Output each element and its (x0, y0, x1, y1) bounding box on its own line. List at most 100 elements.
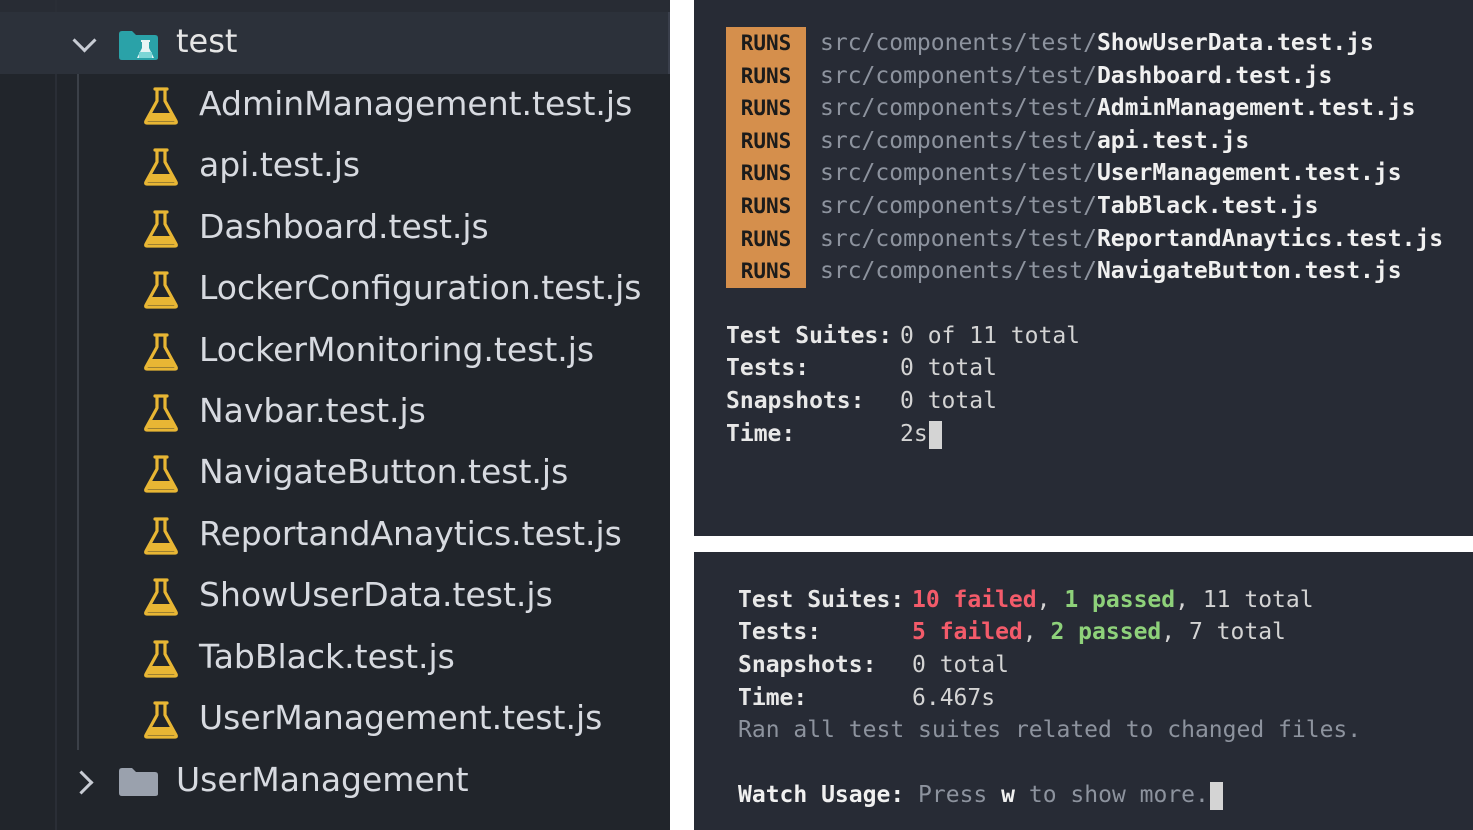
run-file-name: ShowUserData.test.js (1096, 30, 1374, 56)
explorer-top-strip (0, 0, 670, 12)
run-line: RUNS src/components/test/TabBlack.test.js (726, 190, 1319, 223)
result-tests-line: Tests: 5 failed, 2 passed, 7 total (738, 616, 1286, 648)
file-item[interactable]: LockerMonitoring.test.js (0, 322, 670, 383)
run-path: src/components/test/api.test.js (820, 125, 1249, 158)
run-path: src/components/test/ShowUserData.test.js (820, 27, 1374, 60)
test-folder-icon (117, 28, 161, 66)
run-path: src/components/test/Dashboard.test.js (820, 60, 1332, 93)
flask-icon (142, 393, 180, 437)
run-file-name: api.test.js (1096, 127, 1250, 154)
watch-usage-line: Watch Usage: Press w to show more. (738, 779, 1223, 811)
file-item[interactable]: UserManagement.test.js (0, 690, 670, 751)
summary-time-label: Time: (726, 421, 796, 447)
runs-badge: RUNS (726, 255, 806, 289)
folder-label-test: test (176, 22, 238, 60)
flask-icon (142, 577, 180, 621)
summary-suites-label: Test Suites: (726, 323, 893, 349)
summary-time-line: Time: 2s (726, 418, 942, 450)
run-path-prefix: src/components/test/ (820, 258, 1097, 285)
file-name: AdminManagement.test.js (199, 84, 633, 123)
summary-time-value: 2s (900, 421, 928, 447)
runs-badge: RUNS (726, 222, 806, 256)
run-file-name: NavigateButton.test.js (1096, 258, 1402, 285)
runs-badge: RUNS (726, 190, 806, 223)
terminal-running: RUNS src/components/test/ShowUserData.tes… (694, 0, 1473, 536)
run-path-prefix: src/components/test/ (820, 95, 1097, 122)
file-item[interactable]: ShowUserData.test.js (0, 567, 670, 628)
run-file-name: ReportandAnaytics.test.js (1096, 225, 1444, 252)
run-path-prefix: src/components/test/ (820, 193, 1097, 219)
file-name: UserManagement.test.js (199, 697, 603, 737)
run-path-prefix: src/components/test/ (820, 225, 1097, 252)
file-name: ShowUserData.test.js (199, 575, 553, 615)
run-path-prefix: src/components/test/ (820, 62, 1097, 89)
result-suites-total: 11 total (1202, 587, 1314, 613)
run-path: src/components/test/TabBlack.test.js (820, 190, 1319, 223)
run-path-prefix: src/components/test/ (820, 127, 1097, 154)
file-item[interactable]: NavigateButton.test.js (0, 444, 670, 505)
file-item[interactable]: Dashboard.test.js (0, 199, 670, 260)
file-name: Navbar.test.js (199, 390, 426, 430)
result-suites-label: Test Suites: (738, 587, 905, 613)
terminal-result: Test Suites: 10 failed, 1 passed, 11 tota… (694, 552, 1473, 830)
test-file-list: AdminManagement.test.js api.test.js Dashbo… (0, 76, 670, 751)
result-suites-line: Test Suites: 10 failed, 1 passed, 11 tota… (738, 584, 1314, 616)
runs-badge: RUNS (726, 92, 806, 126)
summary-suites-line: Test Suites: 0 of 11 total (726, 320, 1080, 352)
terminal-cursor-bottom (1209, 781, 1223, 810)
run-line: RUNS src/components/test/api.test.js (726, 124, 1249, 158)
runs-badge: RUNS (726, 157, 806, 191)
terminal-cursor (928, 420, 942, 449)
result-suites-passed: 1 passed (1064, 587, 1176, 613)
file-explorer: test AdminManagement.test.js api.test.js D… (0, 0, 670, 830)
chevron-down-icon[interactable] (72, 28, 97, 53)
flask-icon (142, 147, 180, 191)
file-item[interactable]: TabBlack.test.js (0, 629, 670, 690)
result-tests-label: Tests: (738, 619, 822, 645)
flask-icon (142, 639, 180, 683)
ran-all-message: Ran all test suites related to changed f… (738, 717, 1362, 743)
file-name: ReportandAnaytics.test.js (199, 513, 622, 553)
run-path: src/components/test/UserManagement.test.… (820, 157, 1402, 190)
watch-press-text: Press (918, 782, 988, 808)
run-file-name: AdminManagement.test.js (1096, 95, 1416, 122)
result-tests-failed: 5 failed (912, 619, 1023, 645)
watch-usage-label: Watch Usage: (738, 782, 905, 808)
result-snapshots-value: 0 total (912, 652, 1009, 678)
chevron-right-icon[interactable] (69, 770, 94, 795)
file-name: LockerMonitoring.test.js (199, 329, 595, 369)
file-item[interactable]: ReportandAnaytics.test.js (0, 506, 670, 567)
file-item[interactable]: Navbar.test.js (0, 383, 670, 444)
file-item[interactable]: AdminManagement.test.js (0, 76, 670, 137)
result-tests-passed: 2 passed (1050, 619, 1162, 645)
flask-icon (142, 270, 180, 314)
run-path: src/components/test/AdminManagement.test… (820, 92, 1415, 125)
result-tests-total: 7 total (1188, 619, 1286, 645)
folder-row-test[interactable]: test (0, 12, 670, 74)
file-name: LockerConfiguration.test.js (199, 268, 642, 308)
file-item[interactable]: api.test.js (0, 137, 670, 198)
summary-snapshots-value: 0 total (900, 388, 997, 414)
file-item[interactable]: LockerConfiguration.test.js (0, 260, 670, 321)
run-file-name: UserManagement.test.js (1096, 160, 1402, 187)
watch-key: w (1001, 782, 1015, 808)
runs-badge: RUNS (726, 27, 806, 60)
result-time-label: Time: (738, 685, 808, 711)
flask-icon (142, 209, 180, 253)
summary-tests-line: Tests: 0 total (726, 352, 997, 384)
runs-badge: RUNS (726, 124, 806, 158)
folder-icon (118, 766, 160, 802)
folder-row-usermanagement[interactable]: UserManagement (0, 752, 670, 814)
run-path: src/components/test/NavigateButton.test.… (820, 255, 1402, 288)
summary-suites-value: 0 of 11 total (900, 323, 1081, 349)
file-name: NavigateButton.test.js (199, 452, 569, 492)
summary-tests-value: 0 total (900, 355, 997, 381)
summary-snapshots-line: Snapshots: 0 total (726, 385, 997, 417)
watch-rest-text: to show more. (1028, 782, 1209, 808)
file-name: Dashboard.test.js (199, 206, 489, 246)
summary-snapshots-label: Snapshots: (726, 388, 865, 414)
file-name: TabBlack.test.js (199, 636, 455, 676)
run-line: RUNS src/components/test/Dashboard.test.j… (726, 59, 1332, 93)
runs-badge: RUNS (726, 59, 806, 93)
flask-icon (142, 332, 180, 376)
